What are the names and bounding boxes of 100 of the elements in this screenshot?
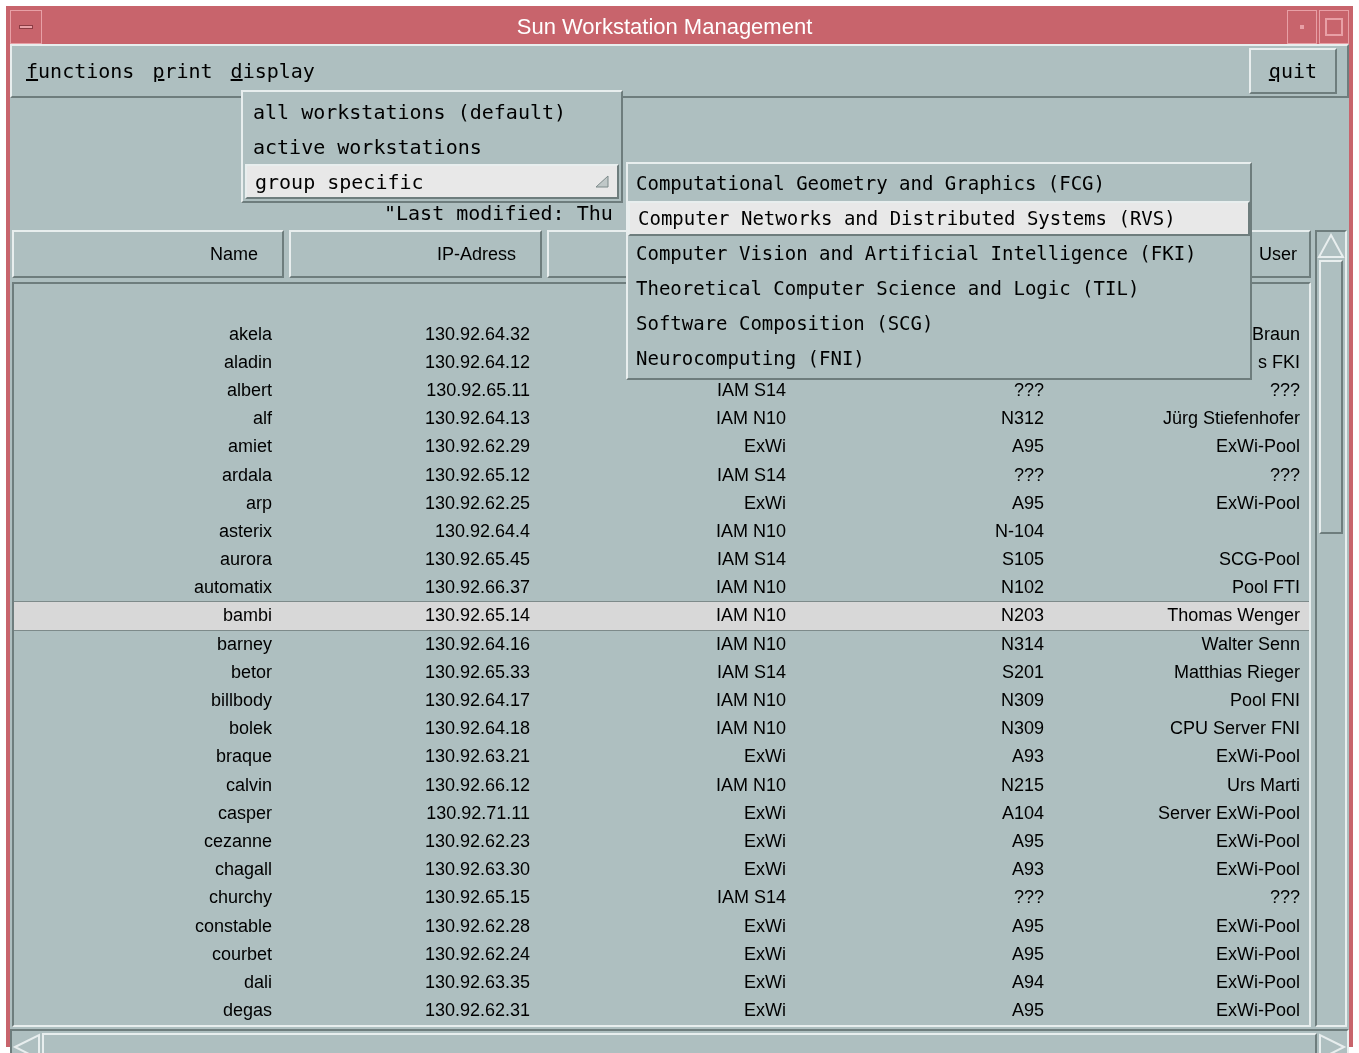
table-row[interactable]: barney 130.92.64.16 IAM N10 N314 Walter Senn [14, 630, 1309, 659]
room-cell-text: ??? [1013, 463, 1044, 487]
name-cell-text: casper [217, 801, 272, 825]
menu-item[interactable]: Neurocomputing (FNI) [628, 341, 1250, 376]
maximize-button[interactable] [1319, 10, 1349, 44]
room-cell-text: N309 [1000, 689, 1044, 713]
scroll-thumb[interactable] [1319, 260, 1343, 534]
room-cell-text: S105 [1001, 548, 1044, 572]
room-cell-text: N309 [1000, 717, 1044, 741]
user-cell-text: ExWi-Pool [1216, 914, 1300, 938]
ip-cell-text: 130.92.64.4 [434, 519, 530, 543]
menu-item[interactable]: display [226, 56, 319, 86]
name-cell-text: barney [216, 632, 272, 656]
table-row[interactable]: betor 130.92.65.33 IAM S14 S201 Matthias Rieger [14, 658, 1309, 687]
menu-item[interactable]: Computer Vision and Artificial Intelligence (FKI) [628, 236, 1250, 271]
table-row[interactable]: bambi 130.92.65.14 IAM N10 N203 Thomas Wenger [14, 601, 1309, 631]
building-cell-text: ExWi [744, 435, 786, 459]
room-cell-text: A95 [1011, 829, 1044, 853]
building-cell-text: IAM S14 [716, 378, 786, 402]
building-cell-text: IAM N10 [715, 576, 786, 600]
name-cell-text: churchy [208, 886, 272, 910]
user-cell-text: ExWi-Pool [1216, 491, 1300, 515]
room-cell-text: A95 [1011, 914, 1044, 938]
name-cell-text: calvin [225, 773, 272, 797]
ip-cell-text: 130.92.64.32 [424, 322, 530, 346]
table-row[interactable]: arp 130.92.62.25 ExWi A95 ExWi-Pool [14, 489, 1309, 518]
room-cell-text: A95 [1011, 999, 1044, 1023]
menu-item[interactable]: all workstations (default) [245, 94, 619, 129]
name-cell-text: bolek [228, 717, 272, 741]
table-row[interactable]: chagall 130.92.63.30 ExWi A93 ExWi-Pool [14, 855, 1309, 884]
table-row[interactable]: casper 130.92.71.11 ExWi A104 Server ExWi-Pool [14, 799, 1309, 828]
room-cell-text: N314 [1000, 632, 1044, 656]
name-cell-text: cezanne [203, 829, 272, 853]
building-cell-text: IAM N10 [715, 689, 786, 713]
table-row[interactable]: amiet 130.92.62.29 ExWi A95 ExWi-Pool [14, 432, 1309, 461]
table-row[interactable]: calvin 130.92.66.12 IAM N10 N215 Urs Marti [14, 771, 1309, 800]
menu-item[interactable]: active workstations [245, 129, 619, 164]
ip-cell-text: 130.92.64.16 [424, 632, 530, 656]
name-cell-text: betor [230, 660, 272, 684]
name-cell-text: billbody [210, 689, 272, 713]
table-row[interactable]: automatix 130.92.66.37 IAM N10 N102 Pool FTI [14, 573, 1309, 602]
table-row[interactable]: degas 130.92.62.31 ExWi A95 ExWi-Pool [14, 996, 1309, 1025]
user-cell-text: Urs Marti [1227, 773, 1300, 797]
table-row[interactable]: dali 130.92.63.35 ExWi A94 ExWi-Pool [14, 968, 1309, 997]
table-row[interactable]: asterix 130.92.64.4 IAM N10 N-104 [14, 517, 1309, 546]
table-row[interactable]: aurora 130.92.65.45 IAM S14 S105 SCG-Pool [14, 545, 1309, 574]
name-cell-text: akela [228, 322, 272, 346]
name-cell-text: chagall [214, 858, 272, 882]
menu-item[interactable]: Theoretical Computer Science and Logic (TIL) [628, 271, 1250, 306]
menu-item[interactable]: group specific [245, 164, 619, 199]
ip-cell-text: 130.92.65.12 [424, 463, 530, 487]
table-row[interactable]: albert 130.92.65.11 IAM S14 ??? ??? [14, 376, 1309, 405]
building-cell-text: IAM N10 [715, 773, 786, 797]
menu-item[interactable]: Software Composition (SCG) [628, 306, 1250, 341]
table-row[interactable]: braque 130.92.63.21 ExWi A93 ExWi-Pool [14, 742, 1309, 771]
user-cell-text: ExWi-Pool [1216, 745, 1300, 769]
user-cell-text: ExWi-Pool [1216, 858, 1300, 882]
minimize-button[interactable] [1287, 10, 1317, 44]
name-cell-text: dali [243, 970, 272, 994]
building-cell-text: IAM S14 [716, 886, 786, 910]
menu-item[interactable]: print [148, 56, 217, 86]
user-cell-text: Pool FTI [1231, 576, 1300, 600]
building-cell-text: ExWi [744, 858, 786, 882]
left-arrow-icon[interactable] [12, 1031, 42, 1053]
ip-cell-text: 130.92.66.37 [424, 576, 530, 600]
table-row[interactable]: alf 130.92.64.13 IAM N10 N312 Jürg Stiefenhofer [14, 404, 1309, 433]
right-arrow-icon[interactable] [1317, 1031, 1347, 1053]
column-header[interactable]: Name [12, 230, 284, 278]
vertical-scrollbar[interactable] [1315, 230, 1347, 1027]
ip-cell-text: 130.92.64.18 [424, 717, 530, 741]
building-cell-text: ExWi [744, 801, 786, 825]
user-cell-text: Thomas Wenger [1167, 604, 1300, 628]
table-row[interactable]: churchy 130.92.65.15 IAM S14 ??? ??? [14, 883, 1309, 912]
table-row[interactable]: courbet 130.92.62.24 ExWi A95 ExWi-Pool [14, 940, 1309, 969]
table-row[interactable]: constable 130.92.62.28 ExWi A95 ExWi-Pool [14, 911, 1309, 941]
column-header[interactable]: IP-Adress [289, 230, 542, 278]
building-cell-text: ExWi [744, 491, 786, 515]
name-cell-text: aladin [223, 350, 272, 374]
user-cell-text: ExWi-Pool [1216, 970, 1300, 994]
menu-item[interactable]: functions [22, 56, 139, 86]
scroll-thumb[interactable] [42, 1032, 1317, 1053]
room-cell-text: A104 [1001, 801, 1044, 825]
building-cell-text: IAM N10 [715, 632, 786, 656]
name-cell-text: ardala [221, 463, 272, 487]
table-row[interactable]: billbody 130.92.64.17 IAM N10 N309 Pool FNI [14, 686, 1309, 715]
menu-item[interactable]: Computational Geometry and Graphics (FCG) [628, 166, 1250, 201]
ip-cell-text: 130.92.63.21 [424, 745, 530, 769]
ip-cell-text: 130.92.65.33 [424, 660, 530, 684]
last-modified-text: "Last modified: Thu [384, 200, 613, 227]
room-cell-text: A93 [1011, 858, 1044, 882]
table-row[interactable]: cezanne 130.92.62.23 ExWi A95 ExWi-Pool [14, 827, 1309, 856]
window-menu-button[interactable] [10, 10, 42, 44]
ip-cell-text: 130.92.65.45 [424, 548, 530, 572]
table-row[interactable]: ardala 130.92.65.12 IAM S14 ??? ??? [14, 460, 1309, 490]
table-row[interactable]: bolek 130.92.64.18 IAM N10 N309 CPU Server FNI [14, 714, 1309, 743]
quit-button[interactable]: quit [1248, 48, 1337, 94]
up-arrow-icon[interactable] [1317, 232, 1345, 260]
user-cell-text: Server ExWi-Pool [1157, 801, 1300, 825]
ip-cell-text: 130.92.62.23 [424, 829, 530, 853]
menu-item[interactable]: Computer Networks and Distributed Systems (RVS) [628, 201, 1250, 236]
